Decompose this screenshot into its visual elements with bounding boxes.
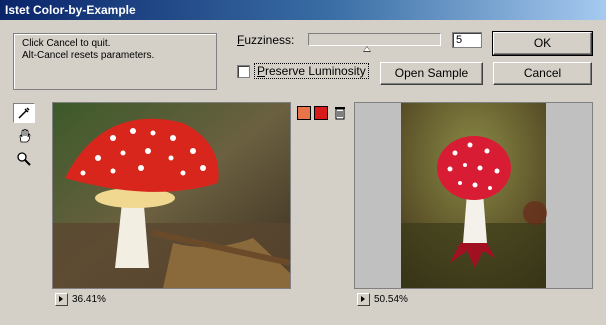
info-panel: Click Cancel to quit. Alt-Cancel resets … [13, 33, 217, 90]
sample-color-swatch-2[interactable] [314, 106, 328, 120]
open-sample-button[interactable]: Open Sample [380, 62, 483, 85]
hand-tool[interactable] [13, 126, 35, 146]
left-zoom-level: 36.41% [72, 294, 106, 305]
mushroom-photo-right [401, 103, 547, 288]
sample-color-swatch-1[interactable] [297, 106, 311, 120]
window-title: Istet Color-by-Example [5, 3, 136, 17]
trash-icon[interactable] [334, 106, 346, 120]
fuzziness-label-text: uzziness: [244, 33, 295, 47]
title-bar[interactable]: Istet Color-by-Example [0, 0, 606, 20]
fuzziness-slider-thumb[interactable] [363, 46, 371, 52]
fuzziness-slider[interactable] [308, 33, 441, 46]
sample-preview-pane[interactable] [354, 102, 593, 289]
fuzziness-label: Fuzziness: [237, 33, 294, 47]
preserve-label-text: reserve Luminosity [265, 64, 366, 78]
preserve-luminosity-label[interactable]: Preserve Luminosity [254, 63, 369, 79]
eyedropper-tool[interactable] [13, 103, 35, 123]
fuzziness-value-input[interactable]: 5 [452, 32, 482, 48]
preserve-luminosity-checkbox[interactable] [237, 65, 250, 78]
dialog-window: Istet Color-by-Example Click Cancel to q… [0, 0, 606, 325]
info-line-2: Alt-Cancel resets parameters. [22, 50, 155, 61]
source-preview-pane[interactable] [52, 102, 291, 289]
right-zoom-level: 50.54% [374, 294, 408, 305]
cancel-button[interactable]: Cancel [493, 62, 592, 85]
eyedropper-icon [18, 107, 30, 119]
left-zoom-menu-button[interactable] [55, 293, 68, 306]
zoom-tool[interactable] [13, 149, 35, 169]
magnifier-icon [17, 152, 31, 166]
info-line-1: Click Cancel to quit. [22, 38, 111, 49]
ok-button[interactable]: OK [492, 31, 593, 56]
preserve-label-accel: P [257, 64, 266, 78]
mushroom-photo-left [53, 103, 291, 288]
right-zoom-menu-button[interactable] [357, 293, 370, 306]
hand-icon [19, 129, 31, 143]
